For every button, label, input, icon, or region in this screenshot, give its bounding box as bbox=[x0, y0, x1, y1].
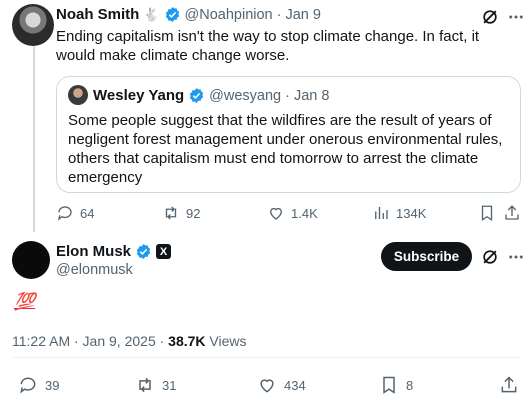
repost-count: 31 bbox=[162, 377, 177, 393]
bookmark-icon bbox=[383, 376, 395, 394]
share-icon[interactable] bbox=[499, 375, 519, 395]
embedded-tweet-date: · Jan 8 bbox=[285, 87, 330, 104]
repost-icon bbox=[165, 206, 177, 220]
more-options-icon[interactable] bbox=[507, 8, 525, 26]
verified-badge-icon bbox=[165, 7, 179, 22]
reply-count: 39 bbox=[45, 377, 60, 393]
heart-icon bbox=[270, 207, 282, 220]
reply-button[interactable]: 39 bbox=[18, 375, 59, 395]
avatar-wesley-yang bbox=[68, 85, 88, 105]
grok-icon[interactable] bbox=[480, 7, 500, 27]
embedded-quote-text: Some people suggest that the wildfires a… bbox=[68, 112, 503, 186]
bookmark-icon[interactable] bbox=[478, 204, 496, 222]
analytics-icon bbox=[375, 207, 388, 219]
bookmark-button[interactable]: 8 bbox=[379, 375, 413, 395]
reply-icon bbox=[57, 206, 72, 221]
like-button[interactable]: 434 bbox=[257, 375, 306, 395]
divider bbox=[12, 357, 520, 358]
reply-button[interactable]: 64 bbox=[56, 204, 94, 222]
bookmark-count: 8 bbox=[406, 377, 414, 393]
author-name[interactable]: Elon Musk bbox=[56, 243, 131, 260]
like-count: 434 bbox=[284, 377, 306, 393]
repost-button[interactable]: 31 bbox=[135, 375, 176, 395]
avatar-noah-smith[interactable] bbox=[12, 4, 54, 46]
main-tweet-text: 💯 bbox=[14, 292, 36, 311]
embedded-author-name: Wesley Yang bbox=[93, 87, 185, 104]
tweet-date[interactable]: · Jan 9 bbox=[277, 7, 321, 23]
embedded-quote-header: Wesley Yang @wesyang · Jan 8 bbox=[93, 87, 329, 104]
like-button[interactable]: 1.4K bbox=[267, 204, 318, 222]
repost-icon bbox=[139, 377, 151, 393]
views-count: 134K bbox=[396, 205, 427, 221]
author-handle[interactable]: @elonmusk bbox=[56, 262, 133, 278]
embedded-author-handle: @wesyang bbox=[209, 87, 282, 104]
thread-connector-line bbox=[33, 46, 35, 232]
heart-icon bbox=[260, 379, 274, 393]
repost-button[interactable]: 92 bbox=[162, 204, 200, 222]
tweet-metadata: 11:22 AM · Jan 9, 2025 · 38.7K Views bbox=[12, 333, 247, 349]
author-name[interactable]: Noah Smith bbox=[56, 6, 139, 23]
subscribe-button[interactable]: Subscribe bbox=[381, 242, 472, 271]
main-tweet-header: Elon Musk X bbox=[56, 243, 172, 260]
tweet-timestamp[interactable]: 11:22 AM · Jan 9, 2025 · bbox=[12, 333, 164, 349]
quoted-tweet-header: Noah Smith 🐇 @Noahpinion · Jan 9 bbox=[56, 6, 321, 23]
grok-icon[interactable] bbox=[480, 247, 500, 267]
more-options-icon[interactable] bbox=[507, 248, 525, 266]
verified-badge-icon bbox=[136, 244, 151, 259]
reply-count: 64 bbox=[80, 205, 95, 221]
x-affiliation-icon: X bbox=[156, 244, 172, 259]
views-count: 38.7K bbox=[168, 333, 206, 349]
like-count: 1.4K bbox=[291, 205, 318, 221]
avatar-elon-musk[interactable] bbox=[12, 241, 50, 279]
quoted-tweet-text: Ending capitalism isn't the way to stop … bbox=[56, 28, 480, 64]
verified-badge-icon bbox=[190, 88, 204, 103]
repost-count: 92 bbox=[186, 205, 201, 221]
reply-icon bbox=[20, 377, 36, 394]
author-handle[interactable]: @Noahpinion bbox=[185, 7, 273, 23]
views-label: Views bbox=[209, 333, 247, 349]
share-icon[interactable] bbox=[503, 204, 521, 222]
rabbit-emoji: 🐇 bbox=[143, 6, 160, 22]
views-button[interactable]: 134K bbox=[372, 204, 426, 222]
